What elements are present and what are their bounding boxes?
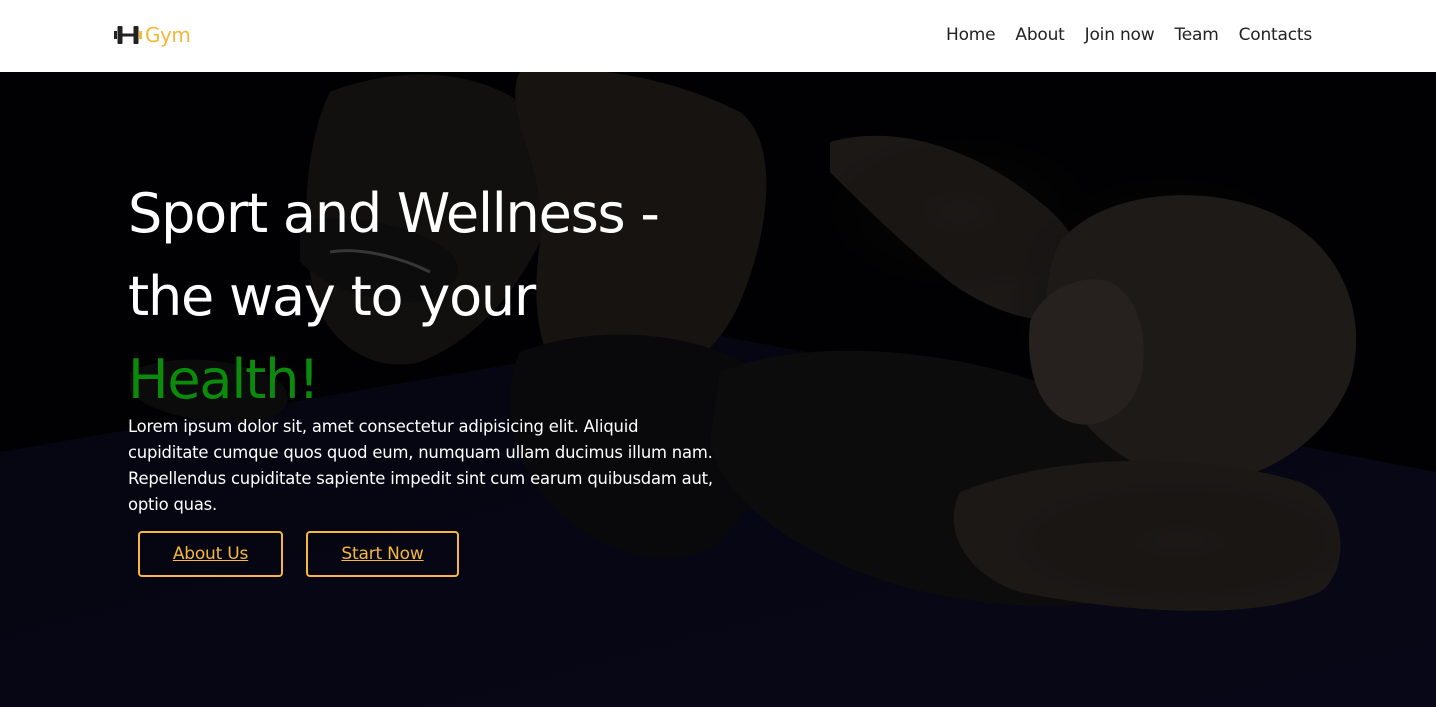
- hero-description: Lorem ipsum dolor sit, amet consectetur …: [128, 417, 713, 514]
- nav-item-join-now: Join now: [1085, 22, 1155, 48]
- logo-text: Gym: [145, 23, 191, 47]
- site-header: Gym Home About Join now Team Contacts: [0, 0, 1436, 72]
- nav-item-team: Team: [1174, 22, 1218, 48]
- hero-title-line1: Sport and Wellness -: [128, 182, 660, 245]
- nav-item-about: About: [1015, 22, 1064, 48]
- nav-item-home: Home: [946, 22, 996, 48]
- hero-title: Sport and Wellness - the way to your Hea…: [128, 172, 728, 421]
- start-now-button[interactable]: Start Now: [306, 531, 459, 577]
- hero-buttons: About Us Start Now: [138, 531, 728, 577]
- main-nav: Home About Join now Team Contacts: [946, 22, 1312, 48]
- nav-item-contacts: Contacts: [1239, 22, 1313, 48]
- about-us-button[interactable]: About Us: [138, 531, 283, 577]
- nav-link-join-now[interactable]: Join now: [1085, 25, 1155, 45]
- nav-link-team[interactable]: Team: [1174, 25, 1218, 45]
- hero-title-line2: the way to your: [128, 265, 536, 328]
- nav-link-contacts[interactable]: Contacts: [1239, 25, 1313, 45]
- hero-section: Sport and Wellness - the way to your Hea…: [0, 72, 1436, 707]
- dumbbell-icon: [114, 26, 142, 44]
- hero-title-accent: Health!: [128, 348, 320, 411]
- hero-content: Sport and Wellness - the way to your Hea…: [128, 172, 728, 577]
- nav-link-home[interactable]: Home: [946, 25, 996, 45]
- logo-link[interactable]: Gym: [113, 21, 191, 49]
- nav-link-about[interactable]: About: [1015, 25, 1064, 45]
